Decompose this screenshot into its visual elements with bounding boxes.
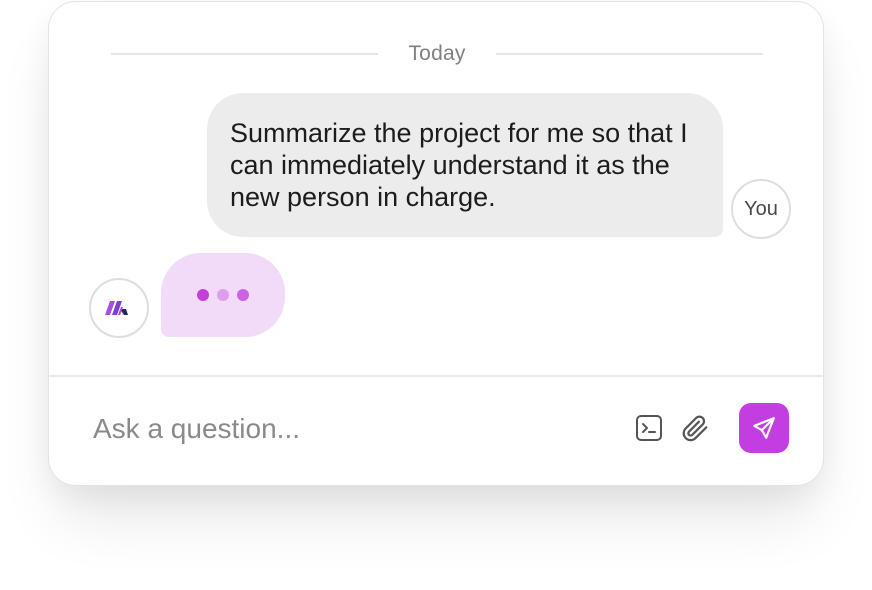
user-avatar: You: [731, 179, 791, 239]
user-message: Summarize the project for me so that I c…: [207, 93, 723, 237]
date-divider: Today: [111, 40, 764, 68]
chat-window: Today Summarize the project for me so th…: [48, 1, 824, 486]
send-button[interactable]: [739, 403, 789, 453]
terminal-button[interactable]: [631, 410, 667, 446]
brand-logo-icon: [105, 301, 128, 315]
terminal-icon: [636, 415, 662, 441]
typing-dot: [217, 289, 229, 301]
question-input[interactable]: [93, 406, 593, 452]
divider-line-left: [111, 53, 379, 55]
date-label: Today: [408, 42, 466, 65]
paperclip-icon: [682, 415, 708, 442]
typing-indicator: [161, 253, 285, 337]
typing-dot: [197, 289, 209, 301]
divider-line-right: [495, 53, 764, 55]
attach-button[interactable]: [677, 410, 713, 446]
typing-dot: [237, 289, 249, 301]
composer-divider: [49, 375, 823, 377]
send-icon: [753, 417, 775, 439]
assistant-avatar: [89, 278, 149, 338]
user-message-bubble: Summarize the project for me so that I c…: [207, 93, 723, 237]
